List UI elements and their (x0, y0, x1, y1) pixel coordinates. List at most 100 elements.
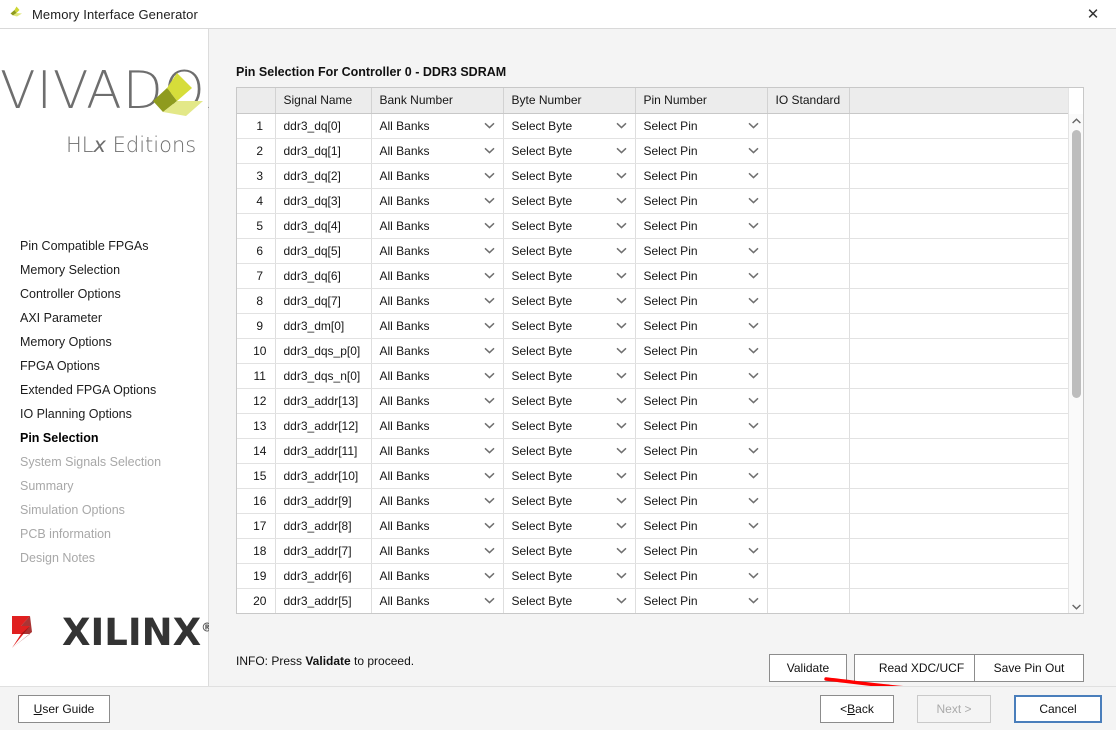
byte-number-dropdown[interactable]: Select Byte (512, 214, 635, 238)
chevron-down-icon[interactable] (483, 122, 495, 129)
table-row[interactable]: 12 ddr3_addr[13] All Banks Select Byte Selec… (237, 388, 1070, 414)
table-row[interactable]: 3 ddr3_dq[2] All Banks Select Byte Select Pi… (237, 163, 1070, 189)
back-button[interactable]: < Back (820, 695, 894, 723)
close-icon[interactable]: ✕ (1070, 0, 1116, 28)
byte-number-dropdown[interactable]: Select Byte (512, 439, 635, 463)
byte-number-dropdown[interactable]: Select Byte (512, 339, 635, 363)
chevron-down-icon[interactable] (615, 222, 627, 229)
cell-pin-number[interactable]: Select Pin (635, 413, 768, 439)
sidebar-item-axi-parameter[interactable]: AXI Parameter (0, 306, 209, 330)
bank-number-dropdown[interactable]: All Banks (380, 239, 503, 263)
chevron-down-icon[interactable] (483, 472, 495, 479)
bank-number-dropdown[interactable]: All Banks (380, 139, 503, 163)
pin-number-dropdown[interactable]: Select Pin (644, 364, 767, 388)
cell-bank-number[interactable]: All Banks (371, 188, 504, 214)
cell-byte-number[interactable]: Select Byte (503, 313, 636, 339)
chevron-down-icon[interactable] (747, 297, 759, 304)
cell-byte-number[interactable]: Select Byte (503, 563, 636, 589)
cell-pin-number[interactable]: Select Pin (635, 313, 768, 339)
cell-pin-number[interactable]: Select Pin (635, 288, 768, 314)
table-row[interactable]: 20 ddr3_addr[5] All Banks Select Byte Select… (237, 588, 1070, 613)
bank-number-dropdown[interactable]: All Banks (380, 389, 503, 413)
table-row[interactable]: 4 ddr3_dq[3] All Banks Select Byte Select Pi… (237, 188, 1070, 214)
cell-pin-number[interactable]: Select Pin (635, 113, 768, 139)
bank-number-dropdown[interactable]: All Banks (380, 289, 503, 313)
cell-pin-number[interactable]: Select Pin (635, 538, 768, 564)
cell-byte-number[interactable]: Select Byte (503, 113, 636, 139)
pin-number-dropdown[interactable]: Select Pin (644, 339, 767, 363)
pin-number-dropdown[interactable]: Select Pin (644, 539, 767, 563)
chevron-down-icon[interactable] (615, 447, 627, 454)
byte-number-dropdown[interactable]: Select Byte (512, 114, 635, 138)
bank-number-dropdown[interactable]: All Banks (380, 439, 503, 463)
byte-number-dropdown[interactable]: Select Byte (512, 289, 635, 313)
pin-number-dropdown[interactable]: Select Pin (644, 564, 767, 588)
table-row[interactable]: 19 ddr3_addr[6] All Banks Select Byte Select… (237, 563, 1070, 589)
byte-number-dropdown[interactable]: Select Byte (512, 189, 635, 213)
cell-bank-number[interactable]: All Banks (371, 213, 504, 239)
cell-bank-number[interactable]: All Banks (371, 263, 504, 289)
pin-number-dropdown[interactable]: Select Pin (644, 314, 767, 338)
pin-number-dropdown[interactable]: Select Pin (644, 114, 767, 138)
column-header-signal-name[interactable]: Signal Name (275, 88, 372, 114)
chevron-down-icon[interactable] (615, 322, 627, 329)
chevron-down-icon[interactable] (747, 472, 759, 479)
chevron-down-icon[interactable] (483, 397, 495, 404)
chevron-down-icon[interactable] (747, 597, 759, 604)
table-row[interactable]: 13 ddr3_addr[12] All Banks Select Byte Selec… (237, 413, 1070, 439)
chevron-down-icon[interactable] (747, 497, 759, 504)
table-row[interactable] (237, 613, 1069, 614)
chevron-down-icon[interactable] (747, 197, 759, 204)
table-vertical-scrollbar[interactable] (1068, 114, 1083, 613)
chevron-down-icon[interactable] (615, 422, 627, 429)
cell-pin-number[interactable]: Select Pin (635, 188, 768, 214)
chevron-down-icon[interactable] (615, 197, 627, 204)
chevron-down-icon[interactable] (483, 447, 495, 454)
cell-pin-number[interactable]: Select Pin (635, 263, 768, 289)
table-row[interactable]: 14 ddr3_addr[11] All Banks Select Byte Selec… (237, 438, 1070, 464)
bank-number-dropdown[interactable]: All Banks (380, 414, 503, 438)
column-header-index[interactable] (237, 88, 276, 114)
pin-number-dropdown[interactable]: Select Pin (644, 589, 767, 613)
cell-pin-number[interactable]: Select Pin (635, 563, 768, 589)
chevron-down-icon[interactable] (483, 322, 495, 329)
bank-number-dropdown[interactable]: All Banks (380, 539, 503, 563)
chevron-down-icon[interactable] (747, 397, 759, 404)
bank-number-dropdown[interactable]: All Banks (380, 314, 503, 338)
chevron-down-icon[interactable] (615, 347, 627, 354)
column-header-pin-number[interactable]: Pin Number (635, 88, 768, 114)
cell-byte-number[interactable]: Select Byte (503, 138, 636, 164)
cell-bank-number[interactable]: All Banks (371, 513, 504, 539)
pin-number-dropdown[interactable]: Select Pin (644, 389, 767, 413)
pin-number-dropdown[interactable]: Select Pin (644, 514, 767, 538)
cell-byte-number[interactable]: Select Byte (503, 213, 636, 239)
chevron-down-icon[interactable] (747, 347, 759, 354)
cell-byte-number[interactable]: Select Byte (503, 413, 636, 439)
byte-number-dropdown[interactable]: Select Byte (512, 489, 635, 513)
cell-byte-number[interactable]: Select Byte (503, 463, 636, 489)
column-header-byte-number[interactable]: Byte Number (503, 88, 636, 114)
column-header-bank-number[interactable]: Bank Number (371, 88, 504, 114)
chevron-down-icon[interactable] (747, 272, 759, 279)
bank-number-dropdown[interactable]: All Banks (380, 364, 503, 388)
cell-pin-number[interactable]: Select Pin (635, 488, 768, 514)
pin-number-dropdown[interactable]: Select Pin (644, 164, 767, 188)
bank-number-dropdown[interactable]: All Banks (380, 589, 503, 613)
bank-number-dropdown[interactable]: All Banks (380, 464, 503, 488)
chevron-down-icon[interactable] (483, 522, 495, 529)
table-row[interactable]: 17 ddr3_addr[8] All Banks Select Byte Select… (237, 513, 1070, 539)
chevron-down-icon[interactable] (483, 547, 495, 554)
byte-number-dropdown[interactable]: Select Byte (512, 539, 635, 563)
column-header-io-standard[interactable]: IO Standard (767, 88, 850, 114)
table-row[interactable]: 18 ddr3_addr[7] All Banks Select Byte Select… (237, 538, 1070, 564)
sidebar-item-extended-fpga-options[interactable]: Extended FPGA Options (0, 378, 209, 402)
cell-bank-number[interactable]: All Banks (371, 538, 504, 564)
cell-pin-number[interactable]: Select Pin (635, 138, 768, 164)
chevron-down-icon[interactable] (615, 547, 627, 554)
pin-number-dropdown[interactable]: Select Pin (644, 439, 767, 463)
chevron-down-icon[interactable] (483, 222, 495, 229)
bank-number-dropdown[interactable]: All Banks (380, 564, 503, 588)
cell-byte-number[interactable]: Select Byte (503, 363, 636, 389)
byte-number-dropdown[interactable]: Select Byte (512, 364, 635, 388)
chevron-down-icon[interactable] (483, 197, 495, 204)
